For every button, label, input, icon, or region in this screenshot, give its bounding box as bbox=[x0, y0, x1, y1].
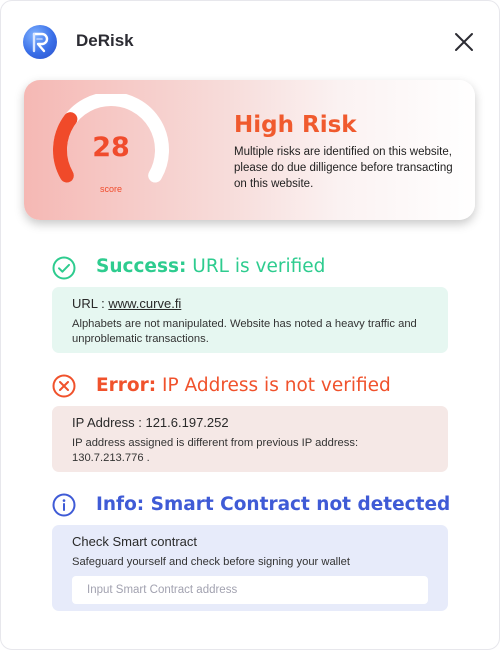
ip-check-heading: Error: IP Address is not verified bbox=[96, 375, 391, 396]
contract-check-status: Info: Smart Contract not detected bbox=[96, 494, 451, 515]
ip-check-details: IP Address : 121.6.197.252 IP address as… bbox=[52, 406, 448, 472]
app-title: DeRisk bbox=[76, 31, 134, 50]
close-button[interactable] bbox=[452, 30, 476, 54]
url-line: URL : www.curve.fi bbox=[72, 296, 181, 311]
risk-score-label: score bbox=[99, 184, 122, 194]
url-check-description: Alphabets are not manipulated. Website h… bbox=[72, 318, 417, 345]
url-link[interactable]: www.curve.fi bbox=[108, 296, 181, 311]
check-contract-description: Safeguard yourself and check before sign… bbox=[72, 556, 350, 568]
ip-address-line: IP Address : 121.6.197.252 bbox=[72, 415, 229, 430]
url-check-heading: Success: URL is verified bbox=[96, 256, 325, 277]
risk-score-card: 28 score High Risk Multiple risks are id… bbox=[24, 80, 475, 220]
ip-check-description: IP address assigned is different from pr… bbox=[72, 437, 359, 464]
derisk-logo-icon bbox=[23, 25, 57, 59]
contract-check-heading: Info: Smart Contract not detected bbox=[96, 494, 450, 515]
risk-level-title: High Risk bbox=[234, 112, 357, 138]
info-circle-icon bbox=[52, 493, 76, 517]
x-circle-icon bbox=[52, 374, 76, 398]
risk-description: Multiple risks are identified on this we… bbox=[234, 146, 453, 190]
url-check-status: Success: bbox=[96, 256, 187, 277]
url-label: URL : bbox=[72, 296, 109, 311]
close-icon bbox=[455, 33, 473, 51]
smart-contract-address-input[interactable] bbox=[72, 576, 428, 604]
url-check-message: URL is verified bbox=[186, 256, 326, 277]
check-circle-icon bbox=[52, 256, 76, 280]
contract-check-details: Check Smart contract Safeguard yourself … bbox=[52, 525, 448, 611]
url-check-details: URL : www.curve.fi Alphabets are not man… bbox=[52, 287, 448, 353]
ip-check-message: IP Address is not verified bbox=[156, 375, 391, 396]
risk-score-value: 28 bbox=[92, 132, 130, 163]
check-contract-title: Check Smart contract bbox=[72, 534, 197, 549]
ip-check-status: Error: bbox=[96, 375, 157, 396]
